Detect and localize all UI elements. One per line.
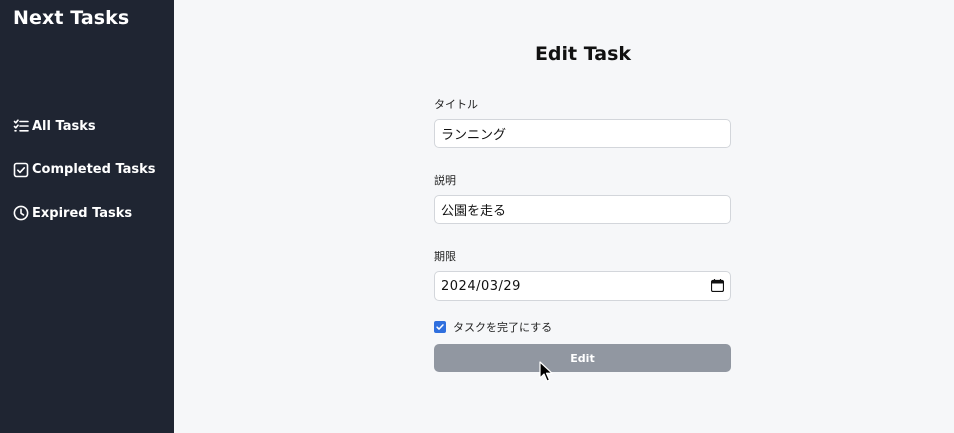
list-check-icon <box>13 118 29 134</box>
title-group: タイトル <box>434 98 731 148</box>
sidebar-item-expired-tasks[interactable]: Expired Tasks <box>13 202 171 224</box>
clock-icon <box>13 205 29 221</box>
app-root: Next Tasks All Tasks Completed Tasks Exp… <box>0 0 954 433</box>
deadline-group: 期限 <box>434 250 731 301</box>
checkmark-icon <box>436 324 444 330</box>
title-label: タイトル <box>434 98 478 111</box>
description-group: 説明 <box>434 174 731 224</box>
sidebar: Next Tasks All Tasks Completed Tasks Exp… <box>0 0 174 433</box>
calendar-icon[interactable] <box>711 279 724 292</box>
edit-button[interactable]: Edit <box>434 344 731 372</box>
brand-title: Next Tasks <box>13 7 130 29</box>
description-input[interactable] <box>434 195 731 224</box>
edit-task-form: タイトル 説明 期限 <box>434 98 731 335</box>
sidebar-item-completed-tasks[interactable]: Completed Tasks <box>13 159 171 181</box>
complete-label: タスクを完了にする <box>453 321 553 334</box>
deadline-input[interactable] <box>434 271 731 301</box>
title-input[interactable] <box>434 119 731 148</box>
sidebar-item-label: All Tasks <box>32 118 96 134</box>
sidebar-item-label: Expired Tasks <box>32 205 133 221</box>
deadline-field <box>434 271 731 301</box>
complete-checkbox[interactable] <box>434 321 446 333</box>
complete-row: タスクを完了にする <box>434 319 731 335</box>
sidebar-item-label: Completed Tasks <box>32 162 156 177</box>
mouse-cursor-icon <box>539 361 553 382</box>
main-content: Edit Task タイトル 説明 期限 <box>174 0 954 433</box>
sidebar-item-all-tasks[interactable]: All Tasks <box>13 115 171 137</box>
deadline-label: 期限 <box>434 250 456 263</box>
sidebar-nav: All Tasks Completed Tasks Expired Tasks <box>13 115 171 246</box>
description-label: 説明 <box>434 174 456 187</box>
checkbox-icon <box>13 162 29 178</box>
page-title: Edit Task <box>534 43 632 65</box>
